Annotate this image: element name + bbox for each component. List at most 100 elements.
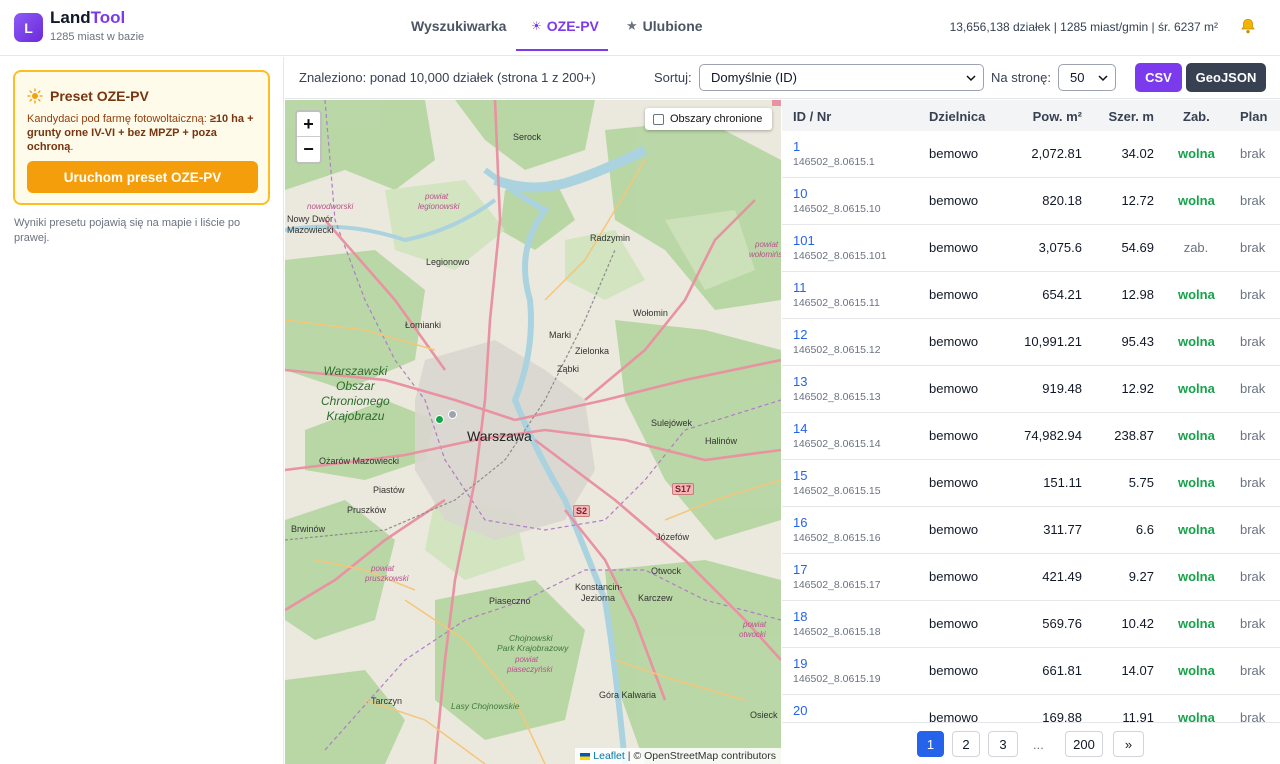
app-logo[interactable]: L xyxy=(14,13,43,42)
development-status-cell: wolna xyxy=(1178,522,1215,537)
tab-label: Wyszukiwarka xyxy=(411,18,507,34)
tab-ulubione[interactable]: ★ Ulubione xyxy=(626,18,703,34)
table-row[interactable]: 12 146502_8.0615.12 bemowo 10,991.21 95.43 wo… xyxy=(782,319,1280,366)
col-header-zab[interactable]: Zab. xyxy=(1183,109,1210,124)
table-row[interactable]: 1 146502_8.0615.1 bemowo 2,072.81 34.02 wolna… xyxy=(782,131,1280,178)
col-header-plan[interactable]: Plan xyxy=(1240,109,1267,124)
parcel-id-link[interactable]: 19 xyxy=(793,656,807,671)
zoom-in-button[interactable]: + xyxy=(297,112,320,137)
map-label-chojnowski-1: Chojnowski xyxy=(509,633,553,643)
width-cell: 12.92 xyxy=(1121,381,1154,396)
map-label-zabki: Ząbki xyxy=(557,364,580,374)
table-row[interactable]: 101 146502_8.0615.101 bemowo 3,075.6 54.69 za… xyxy=(782,225,1280,272)
preset-title: Preset OZE-PV xyxy=(27,88,149,104)
development-status-cell: wolna xyxy=(1178,475,1215,490)
parcel-id-link[interactable]: 20 xyxy=(793,703,807,718)
table-row[interactable]: 11 146502_8.0615.11 bemowo 654.21 12.98 wolna… xyxy=(782,272,1280,319)
map-label-pruszkowski-2: pruszkowski xyxy=(365,574,409,583)
parcel-number: 146502_8.0615.14 xyxy=(793,438,881,450)
parcel-number: 146502_8.0615.16 xyxy=(793,532,881,544)
parcel-number: 146502_8.0615.13 xyxy=(793,391,881,403)
export-geojson-button[interactable]: GeoJSON xyxy=(1186,63,1266,92)
plan-cell: brak xyxy=(1240,663,1266,678)
run-preset-button[interactable]: Uruchom preset OZE-PV xyxy=(27,161,258,193)
map-label-legionowski-1: powiat xyxy=(425,192,449,201)
area-cell: 820.18 xyxy=(1042,193,1082,208)
district-cell: bemowo xyxy=(929,428,979,443)
parcel-marker[interactable] xyxy=(435,415,444,424)
map-label-piaseczynski-2: piaseczyński xyxy=(507,665,553,674)
preset-description: Kandydaci pod farmę fotowoltaiczną: ≥10 … xyxy=(27,112,259,154)
parcel-id-link[interactable]: 1 xyxy=(793,139,800,154)
per-page-value: 50 xyxy=(1070,70,1085,85)
global-stats: 13,656,138 działek | 1285 miast/gmin | ś… xyxy=(949,20,1218,34)
parcel-id-link[interactable]: 16 xyxy=(793,515,807,530)
table-row[interactable]: 14 146502_8.0615.14 bemowo 74,982.94 238.87 w… xyxy=(782,413,1280,460)
table-row[interactable]: 16 146502_8.0615.16 bemowo 311.77 6.6 wolna br… xyxy=(782,507,1280,554)
zoom-out-button[interactable]: − xyxy=(297,137,320,162)
map-label-piaseczno: Piaseczno xyxy=(489,596,531,606)
development-status-cell: wolna xyxy=(1178,428,1215,443)
page-ellipsis: ... xyxy=(1033,737,1044,752)
map-label-piastow: Piastów xyxy=(373,485,405,495)
tab-wyszukiwarka[interactable]: Wyszukiwarka xyxy=(411,18,506,34)
table-row[interactable]: 13 146502_8.0615.13 bemowo 919.48 12.92 wolna… xyxy=(782,366,1280,413)
district-cell: bemowo xyxy=(929,381,979,396)
parcel-id-link[interactable]: 101 xyxy=(793,233,815,248)
tab-oze-pv[interactable]: ☀ OZE-PV xyxy=(531,18,599,34)
width-cell: 12.98 xyxy=(1121,287,1154,302)
leaflet-link[interactable]: Leaflet xyxy=(593,750,625,762)
parcel-id-link[interactable]: 11 xyxy=(793,280,807,295)
export-csv-button[interactable]: CSV xyxy=(1135,63,1182,92)
table-row[interactable]: 18 146502_8.0615.18 bemowo 569.76 10.42 wolna… xyxy=(782,601,1280,648)
protected-areas-checkbox[interactable] xyxy=(653,113,664,125)
app-subtitle: 1285 miast w bazie xyxy=(50,31,145,43)
per-page-select[interactable]: 50 xyxy=(1058,64,1116,91)
parcel-id-link[interactable]: 13 xyxy=(793,374,807,389)
parcel-id-link[interactable]: 18 xyxy=(793,609,807,624)
parcel-id-link[interactable]: 10 xyxy=(793,186,807,201)
table-row[interactable]: 19 146502_8.0615.19 bemowo 661.81 14.07 wolna… xyxy=(782,648,1280,695)
page-button-2[interactable]: 2 xyxy=(952,731,980,757)
parcel-id-link[interactable]: 17 xyxy=(793,562,807,577)
width-cell: 11.91 xyxy=(1122,710,1154,722)
page-button-1[interactable]: 1 xyxy=(917,731,944,757)
pagination: 1 2 3 ... 200 » xyxy=(782,722,1280,764)
parcel-marker[interactable] xyxy=(448,410,457,419)
area-cell: 654.21 xyxy=(1042,287,1082,302)
parcel-id-link[interactable]: 14 xyxy=(793,421,807,436)
parcel-number: 146502_8.0615.17 xyxy=(793,579,881,591)
width-cell: 238.87 xyxy=(1114,428,1154,443)
map-label-pruszkowski-1: powiat xyxy=(371,564,395,573)
plan-cell: brak xyxy=(1240,428,1266,443)
table-row[interactable]: 10 146502_8.0615.10 bemowo 820.18 12.72 wolna… xyxy=(782,178,1280,225)
page-button-last[interactable]: 200 xyxy=(1065,731,1103,757)
col-header-pow[interactable]: Pow. m² xyxy=(1033,109,1082,124)
parcel-id-link[interactable]: 15 xyxy=(793,468,807,483)
area-cell: 151.11 xyxy=(1043,475,1082,490)
preset-title-text: Preset OZE-PV xyxy=(50,88,149,104)
table-row[interactable]: 15 146502_8.0615.15 bemowo 151.11 5.75 wolna b… xyxy=(782,460,1280,507)
district-cell: bemowo xyxy=(929,146,979,161)
map-label-warszawa: Warszawa xyxy=(467,428,532,444)
parcel-number: 146502_8.0615.18 xyxy=(793,626,881,638)
bell-icon[interactable] xyxy=(1239,17,1257,35)
col-header-szer[interactable]: Szer. m xyxy=(1108,109,1154,124)
protected-areas-toggle[interactable]: Obszary chronione xyxy=(645,108,772,130)
per-page-label: Na stronę: xyxy=(991,70,1051,85)
map-label-piaseczynski-1: powiat xyxy=(515,655,539,664)
map-label-konstancin: Konstancin- xyxy=(575,582,623,592)
sort-select[interactable]: Domyślnie (ID) xyxy=(699,64,984,91)
map-label-sulejowek: Sulejówek xyxy=(651,418,693,428)
page-button-3[interactable]: 3 xyxy=(988,731,1018,757)
plan-cell: brak xyxy=(1240,381,1266,396)
table-row[interactable]: 17 146502_8.0615.17 bemowo 421.49 9.27 wolna b… xyxy=(782,554,1280,601)
map-view[interactable]: Serock Nowy Dwór Mazowiecki nowodworski … xyxy=(285,100,781,764)
next-page-button[interactable]: » xyxy=(1113,731,1144,757)
col-header-dzielnica[interactable]: Dzielnica xyxy=(929,109,985,124)
parcel-number: 146502_8.0615.15 xyxy=(793,485,881,497)
table-row[interactable]: 20 bemowo 169.88 11.91 wolna brak xyxy=(782,695,1280,722)
parcel-id-link[interactable]: 12 xyxy=(793,327,807,342)
col-header-id[interactable]: ID / Nr xyxy=(793,109,831,124)
district-cell: bemowo xyxy=(929,710,979,722)
